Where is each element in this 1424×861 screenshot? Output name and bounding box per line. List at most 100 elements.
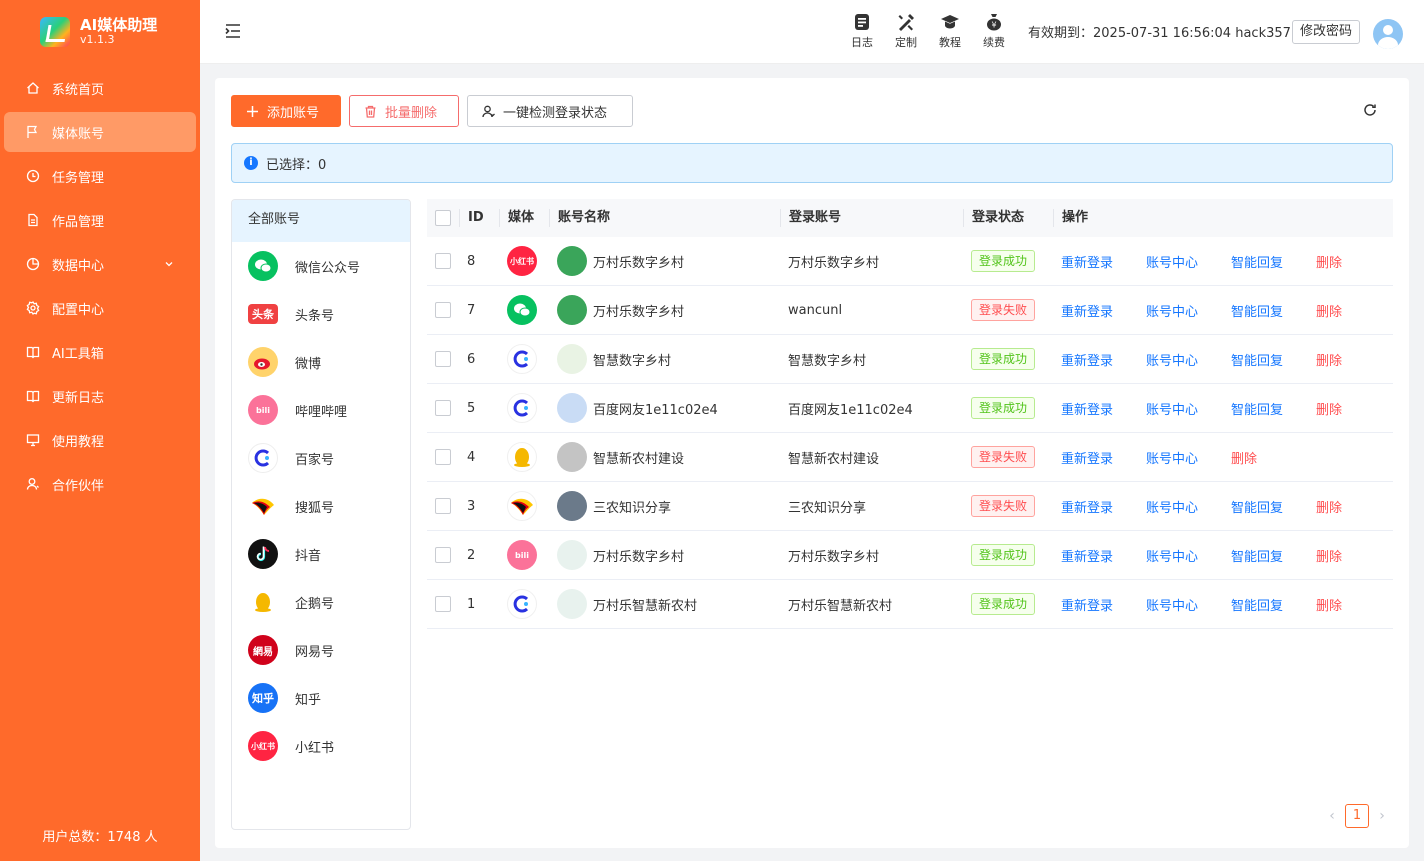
row-checkbox[interactable] [435,400,451,416]
account-center-link[interactable]: 账号中心 [1146,399,1198,418]
row-checkbox[interactable] [435,596,451,612]
smart-reply-link[interactable]: 智能回复 [1231,546,1283,565]
sidebar-item-partners[interactable]: 合作伙伴 [4,464,196,504]
sohu-icon [507,491,537,521]
sidebar-item-ai-toolbox[interactable]: AI工具箱 [4,332,196,372]
row-checkbox[interactable] [435,498,451,514]
user-avatar[interactable] [1373,19,1403,49]
platform-item-zhihu[interactable]: 知乎 知乎 [232,674,410,722]
platform-all[interactable]: 全部账号 [232,200,410,242]
delete-link[interactable]: 删除 [1316,301,1342,320]
refresh-icon[interactable] [1362,102,1378,118]
platform-item-xiaohongshu[interactable]: 小红书 小红书 [232,722,410,770]
zhihu-icon: 知乎 [248,683,278,713]
relogin-link[interactable]: 重新登录 [1061,595,1113,614]
info-icon: i [244,156,258,170]
relogin-link[interactable]: 重新登录 [1061,301,1113,320]
prev-page-icon[interactable]: ‹ [1325,808,1339,824]
relogin-link[interactable]: 重新登录 [1061,448,1113,467]
platform-item-bilibili[interactable]: bili 哔哩哔哩 [232,386,410,434]
add-account-button[interactable]: 添加账号 [231,95,341,127]
account-avatar [557,540,587,570]
delete-link[interactable]: 删除 [1316,546,1342,565]
account-center-link[interactable]: 账号中心 [1146,595,1198,614]
sidebar-item-home[interactable]: 系统首页 [4,68,196,108]
account-avatar [557,295,587,325]
platform-item-sohu[interactable]: 搜狐号 [232,482,410,530]
status-badge: 登录成功 [971,397,1036,419]
account-center-link[interactable]: 账号中心 [1146,497,1198,516]
smart-reply-link[interactable]: 智能回复 [1231,497,1283,516]
row-checkbox[interactable] [435,253,451,269]
delete-link[interactable]: 删除 [1316,252,1342,271]
delete-link[interactable]: 删除 [1316,595,1342,614]
select-all-checkbox[interactable] [435,210,451,226]
platform-item-qie[interactable]: 企鹅号 [232,578,410,626]
login-account: 万村乐数字乡村 [788,255,880,271]
platform-item-weibo[interactable]: 微博 [232,338,410,386]
sidebar-item-data-center[interactable]: 数据中心 [4,244,196,284]
delete-link[interactable]: 删除 [1316,497,1342,516]
smart-reply-link[interactable]: 智能回复 [1231,399,1283,418]
account-avatar [557,589,587,619]
account-center-link[interactable]: 账号中心 [1146,546,1198,565]
platform-item-baijiahao[interactable]: 百家号 [232,434,410,482]
sidebar-item-media-accounts[interactable]: 媒体账号 [4,112,196,152]
status-badge: 登录成功 [971,544,1036,566]
check-login-status-button[interactable]: 一键检测登录状态 [467,95,633,127]
smart-reply-link[interactable]: 智能回复 [1231,595,1283,614]
sidebar-item-label: 使用教程 [52,434,105,450]
relogin-link[interactable]: 重新登录 [1061,252,1113,271]
batch-delete-button[interactable]: 批量删除 [349,95,459,127]
login-account: 百度网友1e11c02e4 [788,402,913,418]
platform-item-wechat[interactable]: 微信公众号 [232,242,410,290]
platform-label: 企鹅号 [295,596,335,612]
brand[interactable]: AI媒体助理 v1.1.3 [0,0,200,64]
relogin-link[interactable]: 重新登录 [1061,546,1113,565]
sidebar-item-label: 任务管理 [52,170,105,186]
row-actions: 重新登录 账号中心 智能回复 删除 [1053,546,1393,565]
sidebar-item-tasks[interactable]: 任务管理 [4,156,196,196]
log-button[interactable]: 日志 [840,12,884,50]
change-password-button[interactable]: 修改密码 [1292,20,1361,44]
tutorial-button[interactable]: 教程 [928,12,972,50]
tool-label: 定制 [895,36,917,49]
delete-link[interactable]: 删除 [1231,448,1257,467]
sidebar-item-changelog[interactable]: 更新日志 [4,376,196,416]
smart-reply-link[interactable]: 智能回复 [1231,350,1283,369]
account-center-link[interactable]: 账号中心 [1146,448,1198,467]
smart-reply-link[interactable]: 智能回复 [1231,301,1283,320]
smart-reply-link[interactable]: 智能回复 [1231,252,1283,271]
platform-item-toutiao[interactable]: 头条 头条号 [232,290,410,338]
platform-item-netease[interactable]: 網易 网易号 [232,626,410,674]
page-number[interactable]: 1 [1345,804,1369,828]
row-checkbox[interactable] [435,449,451,465]
app-version: v1.1.3 [80,33,115,47]
account-center-link[interactable]: 账号中心 [1146,301,1198,320]
row-checkbox[interactable] [435,547,451,563]
sidebar-item-config[interactable]: 配置中心 [4,288,196,328]
menu-toggle-icon[interactable] [224,22,242,40]
account-center-link[interactable]: 账号中心 [1146,252,1198,271]
relogin-link[interactable]: 重新登录 [1061,350,1113,369]
renew-button[interactable]: ¥ 续费 [972,12,1016,50]
platform-item-douyin[interactable]: 抖音 [232,530,410,578]
delete-link[interactable]: 删除 [1316,399,1342,418]
account-center-link[interactable]: 账号中心 [1146,350,1198,369]
next-page-icon[interactable]: › [1375,808,1389,824]
row-actions: 重新登录 账号中心 删除 [1053,448,1393,467]
sidebar-item-works[interactable]: 作品管理 [4,200,196,240]
account-name: 智慧新农村建设 [593,451,685,467]
delete-link[interactable]: 删除 [1316,350,1342,369]
col-id: ID [459,209,499,227]
header-tools: 日志 定制 教程 ¥ 续费 [840,12,1016,50]
customize-button[interactable]: 定制 [884,12,928,50]
status-badge: 登录失败 [971,299,1036,321]
plus-icon [247,105,258,117]
relogin-link[interactable]: 重新登录 [1061,399,1113,418]
row-checkbox[interactable] [435,351,451,367]
table-row: 8 小红书 万村乐数字乡村 万村乐数字乡村 登录成功 重新登录 账号中心 智能回复 删除 [427,237,1393,286]
row-checkbox[interactable] [435,302,451,318]
relogin-link[interactable]: 重新登录 [1061,497,1113,516]
sidebar-item-tutorial[interactable]: 使用教程 [4,420,196,460]
